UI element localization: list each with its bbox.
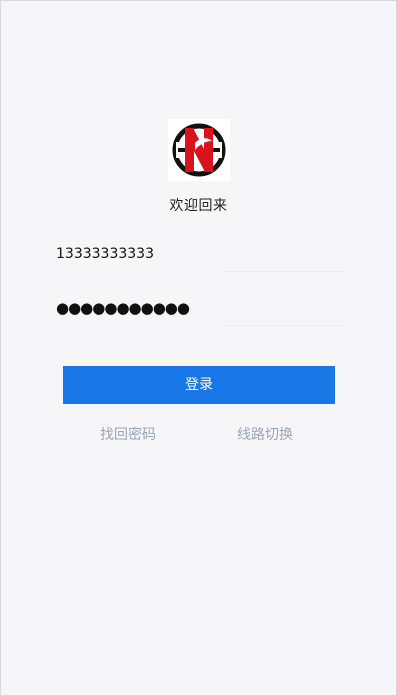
welcome-title: 欢迎回来	[169, 198, 228, 214]
phone-field[interactable]: 13333333333	[56, 241, 346, 272]
login-button[interactable]: 登录	[63, 366, 335, 404]
phone-underline	[222, 271, 346, 272]
phone-input[interactable]: 13333333333	[56, 241, 236, 267]
password-input[interactable]: ●●●●●●●●●●●	[56, 295, 236, 321]
forgot-password-link[interactable]: 找回密码	[100, 425, 156, 445]
password-underline	[222, 325, 346, 326]
brand-logo-icon	[168, 119, 230, 181]
password-field[interactable]: ●●●●●●●●●●●	[56, 295, 346, 326]
switch-route-link[interactable]: 线路切换	[237, 425, 293, 445]
login-screen: 欢迎回来 13333333333 ●●●●●●●●●●● 登录 找回密码 线路切…	[0, 0, 397, 696]
